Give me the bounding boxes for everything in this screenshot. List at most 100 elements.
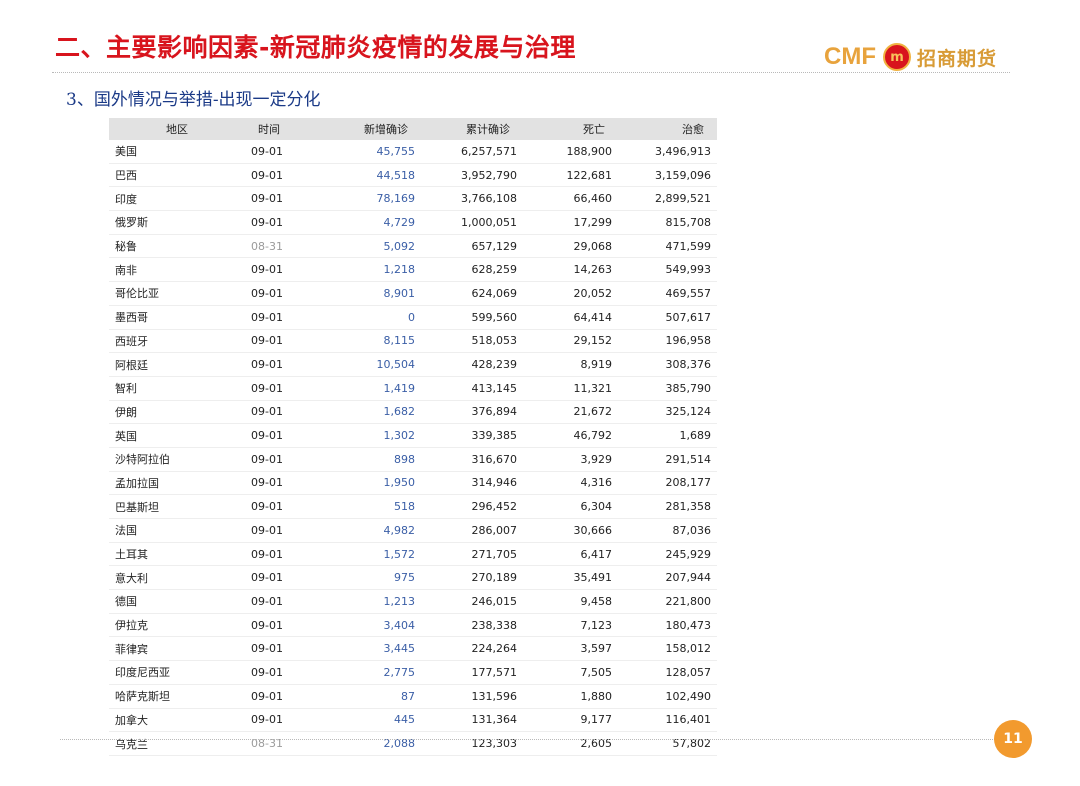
cell-region: 西班牙 bbox=[109, 329, 245, 354]
cell-new-cases: 1,213 bbox=[343, 589, 421, 614]
cell-new-cases: 1,950 bbox=[343, 471, 421, 496]
cell-region: 印度 bbox=[109, 186, 245, 212]
cell-region: 伊朗 bbox=[109, 400, 245, 425]
cell-total-cases: 428,239 bbox=[421, 352, 523, 377]
cell-time: 09-01 bbox=[245, 447, 343, 472]
cell-region: 法国 bbox=[109, 518, 245, 543]
cell-region: 英国 bbox=[109, 423, 245, 448]
cell-new-cases: 44,518 bbox=[343, 163, 421, 188]
table-header-row: 地区 时间 新增确诊 累计确诊 死亡 治愈 bbox=[109, 118, 717, 140]
cell-new-cases: 1,682 bbox=[343, 400, 421, 425]
table-row: 哥伦比亚 09-01 8,901 624,069 20,052 469,557 bbox=[109, 281, 717, 306]
cell-deaths: 30,666 bbox=[523, 518, 618, 543]
cell-region: 菲律宾 bbox=[109, 636, 245, 662]
cell-time: 09-01 bbox=[245, 163, 343, 188]
cell-time: 09-01 bbox=[245, 708, 343, 733]
table-row: 美国 09-01 45,755 6,257,571 188,900 3,496,913 bbox=[109, 140, 717, 164]
cell-total-cases: 131,364 bbox=[421, 708, 523, 733]
table-row: 德国 09-01 1,213 246,015 9,458 221,800 bbox=[109, 589, 717, 614]
cell-recovered: 245,929 bbox=[618, 542, 717, 567]
cell-deaths: 8,919 bbox=[523, 352, 618, 377]
cell-time: 09-01 bbox=[245, 518, 343, 543]
cell-time: 09-01 bbox=[245, 565, 343, 591]
cell-time: 09-01 bbox=[245, 257, 343, 283]
cell-deaths: 64,414 bbox=[523, 305, 618, 330]
cell-time: 09-01 bbox=[245, 471, 343, 496]
cell-total-cases: 271,705 bbox=[421, 542, 523, 567]
cell-time: 09-01 bbox=[245, 613, 343, 638]
cell-region: 沙特阿拉伯 bbox=[109, 447, 245, 472]
cell-deaths: 66,460 bbox=[523, 186, 618, 212]
cell-total-cases: 1,000,051 bbox=[421, 210, 523, 235]
cell-recovered: 158,012 bbox=[618, 636, 717, 662]
cell-time: 08-31 bbox=[245, 731, 343, 756]
cell-new-cases: 445 bbox=[343, 708, 421, 733]
logo-emblem-icon: m bbox=[882, 43, 911, 71]
header-recovered: 治愈 bbox=[618, 118, 717, 140]
table-row: 秘鲁 08-31 5,092 657,129 29,068 471,599 bbox=[109, 234, 717, 259]
cell-new-cases: 3,404 bbox=[343, 613, 421, 638]
cell-deaths: 14,263 bbox=[523, 257, 618, 283]
cell-time: 08-31 bbox=[245, 234, 343, 259]
cell-deaths: 29,152 bbox=[523, 329, 618, 354]
table-row: 孟加拉国 09-01 1,950 314,946 4,316 208,177 bbox=[109, 471, 717, 496]
cell-total-cases: 628,259 bbox=[421, 257, 523, 283]
cell-recovered: 116,401 bbox=[618, 708, 717, 733]
table-row: 加拿大 09-01 445 131,364 9,177 116,401 bbox=[109, 708, 717, 733]
cell-deaths: 29,068 bbox=[523, 234, 618, 259]
cell-region: 孟加拉国 bbox=[109, 471, 245, 496]
cell-new-cases: 3,445 bbox=[343, 636, 421, 662]
header-region: 地区 bbox=[109, 118, 245, 140]
cell-total-cases: 238,338 bbox=[421, 613, 523, 638]
cell-region: 印度尼西亚 bbox=[109, 660, 245, 685]
cell-deaths: 7,123 bbox=[523, 613, 618, 638]
cell-recovered: 471,599 bbox=[618, 234, 717, 259]
cell-deaths: 188,900 bbox=[523, 140, 618, 164]
cell-recovered: 207,944 bbox=[618, 565, 717, 591]
cell-total-cases: 599,560 bbox=[421, 305, 523, 330]
cell-recovered: 3,496,913 bbox=[618, 140, 717, 164]
cell-time: 09-01 bbox=[245, 589, 343, 614]
cell-recovered: 208,177 bbox=[618, 471, 717, 496]
cell-recovered: 57,802 bbox=[618, 731, 717, 756]
cell-total-cases: 624,069 bbox=[421, 281, 523, 306]
cell-region: 加拿大 bbox=[109, 708, 245, 733]
cell-total-cases: 6,257,571 bbox=[421, 140, 523, 164]
cell-new-cases: 1,572 bbox=[343, 542, 421, 567]
header-deaths: 死亡 bbox=[523, 118, 618, 140]
cell-time: 09-01 bbox=[245, 684, 343, 709]
table-row: 俄罗斯 09-01 4,729 1,000,051 17,299 815,708 bbox=[109, 210, 717, 235]
cell-time: 09-01 bbox=[245, 494, 343, 519]
section-subtitle: 3、国外情况与举措-出现一定分化 bbox=[66, 90, 321, 110]
cell-time: 09-01 bbox=[245, 329, 343, 354]
cell-deaths: 2,605 bbox=[523, 731, 618, 756]
cell-new-cases: 1,218 bbox=[343, 257, 421, 283]
covid-data-table: 地区 时间 新增确诊 累计确诊 死亡 治愈 美国 09-01 45,755 6,257… bbox=[109, 118, 717, 756]
cell-deaths: 3,597 bbox=[523, 636, 618, 662]
table-row: 巴基斯坦 09-01 518 296,452 6,304 281,358 bbox=[109, 494, 717, 519]
header-new-cases: 新增确诊 bbox=[343, 118, 421, 140]
cell-total-cases: 131,596 bbox=[421, 684, 523, 709]
cell-new-cases: 78,169 bbox=[343, 186, 421, 212]
cell-total-cases: 316,670 bbox=[421, 447, 523, 472]
table-row: 伊朗 09-01 1,682 376,894 21,672 325,124 bbox=[109, 400, 717, 425]
cell-deaths: 11,321 bbox=[523, 376, 618, 401]
slide-title: 二、主要影响因素-新冠肺炎疫情的发展与治理 bbox=[55, 33, 576, 62]
cell-deaths: 3,929 bbox=[523, 447, 618, 472]
table-row: 意大利 09-01 975 270,189 35,491 207,944 bbox=[109, 565, 717, 591]
cell-total-cases: 413,145 bbox=[421, 376, 523, 401]
table-row: 墨西哥 09-01 0 599,560 64,414 507,617 bbox=[109, 305, 717, 330]
cell-recovered: 2,899,521 bbox=[618, 186, 717, 212]
logo-chinese-text: 招商期货 bbox=[916, 47, 997, 70]
cell-new-cases: 10,504 bbox=[343, 352, 421, 377]
cell-recovered: 469,557 bbox=[618, 281, 717, 306]
cell-total-cases: 376,894 bbox=[421, 400, 523, 425]
cell-new-cases: 8,115 bbox=[343, 329, 421, 354]
cell-time: 09-01 bbox=[245, 423, 343, 448]
company-logo: CMF m 招商期货 bbox=[824, 42, 997, 72]
cell-region: 巴西 bbox=[109, 163, 245, 188]
cell-recovered: 385,790 bbox=[618, 376, 717, 401]
cell-deaths: 21,672 bbox=[523, 400, 618, 425]
cell-total-cases: 518,053 bbox=[421, 329, 523, 354]
cell-recovered: 128,057 bbox=[618, 660, 717, 685]
